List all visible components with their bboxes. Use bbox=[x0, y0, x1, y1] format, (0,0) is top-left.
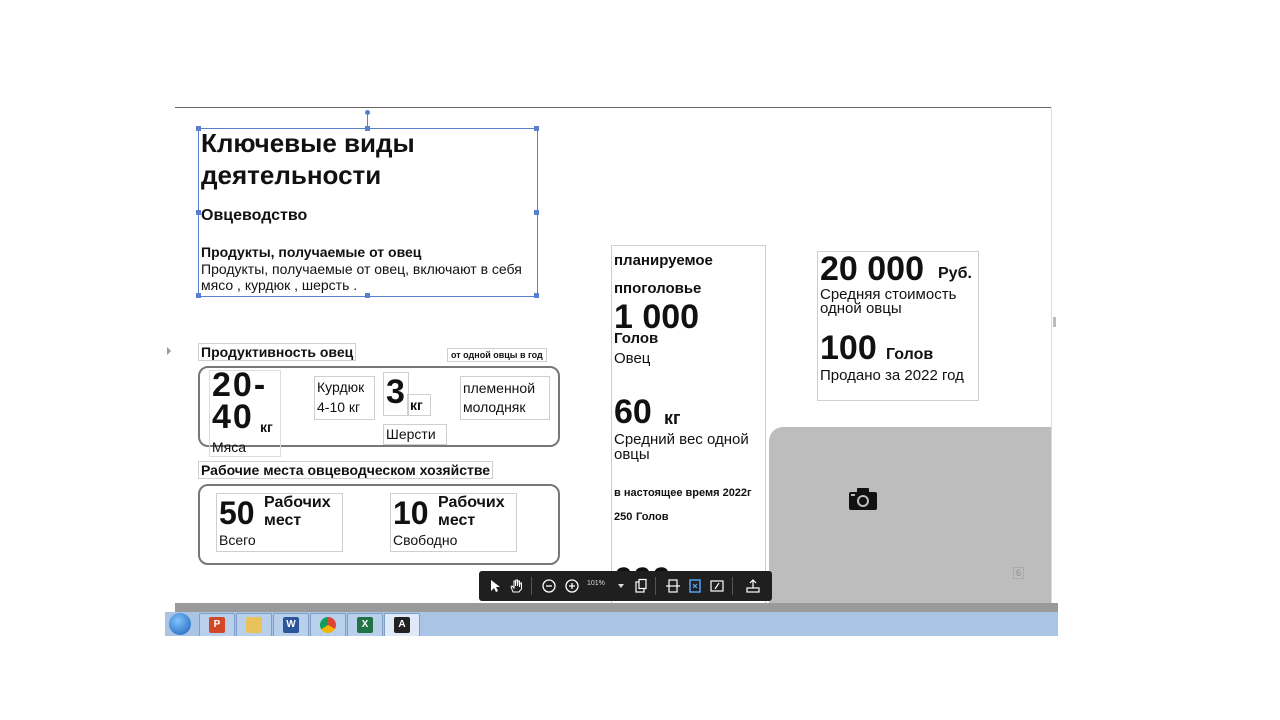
price-textbox: 20 000 Руб. Средняя стоимость одной овцы… bbox=[817, 250, 979, 401]
hand-icon[interactable] bbox=[508, 578, 524, 594]
scroll-thumb[interactable] bbox=[1053, 317, 1056, 327]
page-number: 6 bbox=[1013, 567, 1025, 579]
planned-textbox: планируемое ппоголовье 1 000 Голов Овец … bbox=[611, 245, 766, 607]
share-icon[interactable] bbox=[745, 578, 761, 594]
jobs-free-unit: Рабочих мест bbox=[438, 494, 505, 529]
planned-weight-label: Средний вес одной овцы bbox=[614, 431, 749, 463]
acrobat-icon: A bbox=[394, 617, 410, 633]
zoom-dropdown-icon[interactable] bbox=[618, 584, 624, 588]
planned-head-unit: Голов bbox=[614, 330, 659, 347]
meat-unit: кг bbox=[260, 419, 273, 435]
chrome-icon bbox=[320, 617, 336, 633]
meat-textbox: 20- 40 кг Мяса bbox=[209, 366, 281, 457]
toolbar-separator bbox=[655, 577, 656, 595]
jobs-free-value: 10 bbox=[393, 495, 429, 531]
planned-head-label: Овец bbox=[614, 350, 651, 367]
breeding-textbox: племенной молодняк bbox=[460, 376, 550, 420]
jobs-heading: Рабочие места овцеводческом хозяйстве bbox=[198, 461, 494, 479]
resize-handle[interactable] bbox=[534, 293, 539, 298]
right-scrollbar[interactable] bbox=[1051, 107, 1058, 612]
document-window: Ключевые виды деятельности Овцеводство П… bbox=[165, 107, 1058, 636]
zoom-out-icon[interactable] bbox=[541, 578, 557, 594]
taskbar-chrome[interactable] bbox=[310, 613, 346, 636]
price-unit: Руб. bbox=[938, 265, 972, 282]
fit-page-icon[interactable] bbox=[687, 578, 703, 594]
breeding-label: племенной молодняк bbox=[463, 380, 536, 415]
window-top-border bbox=[175, 107, 1058, 108]
windows-taskbar: P W X A bbox=[165, 612, 1058, 636]
wool-value: 3 bbox=[386, 373, 405, 411]
excel-icon: X bbox=[357, 617, 373, 633]
taskbar-word[interactable]: W bbox=[273, 613, 309, 636]
wool-value-box: 3 bbox=[383, 372, 409, 416]
products-text: Продукты, получаемые от овец, включают в… bbox=[201, 261, 522, 293]
toolbar-separator bbox=[732, 577, 733, 595]
taskbar-excel[interactable]: X bbox=[347, 613, 383, 636]
fullscreen-icon[interactable] bbox=[709, 578, 725, 594]
current-label: в настоящее время 2022г bbox=[614, 487, 752, 499]
start-orb-icon[interactable] bbox=[169, 613, 191, 635]
folder-icon bbox=[246, 617, 262, 633]
powerpoint-icon: P bbox=[209, 617, 225, 633]
page-title: Ключевые виды деятельности bbox=[201, 128, 415, 190]
productivity-heading: Продуктивность овец bbox=[198, 343, 357, 361]
jobs-total-unit: Рабочих мест bbox=[264, 494, 331, 529]
planned-weight-unit: кг bbox=[664, 408, 681, 428]
floating-toolbar: 101% bbox=[479, 571, 772, 601]
kurdyuk-textbox: Курдюк 4-10 кг bbox=[314, 376, 375, 420]
title-textbox-selected[interactable]: Ключевые виды деятельности Овцеводство П… bbox=[196, 110, 539, 298]
per-year-label: от одной овцы в год bbox=[447, 348, 547, 362]
resize-handle[interactable] bbox=[365, 293, 370, 298]
kurdyuk-label: Курдюк bbox=[317, 379, 365, 395]
wool-label: Шерсти bbox=[386, 426, 436, 442]
image-placeholder[interactable]: 6 bbox=[769, 427, 1052, 604]
sold-unit: Голов bbox=[886, 346, 934, 363]
planned-line2: ппоголовье bbox=[614, 280, 702, 297]
current-unit: Голов bbox=[636, 511, 669, 523]
left-panel-strip bbox=[165, 107, 175, 612]
pointer-icon[interactable] bbox=[487, 578, 503, 594]
jobs-free-label: Свободно bbox=[393, 532, 458, 548]
bottom-status-strip bbox=[175, 603, 1058, 612]
toolbar-separator bbox=[531, 577, 532, 595]
sold-value: 100 bbox=[820, 329, 877, 367]
price-value: 20 000 bbox=[820, 250, 924, 288]
page-icon[interactable] bbox=[633, 578, 649, 594]
taskbar-explorer[interactable] bbox=[236, 613, 272, 636]
expand-panel-icon[interactable] bbox=[167, 347, 171, 355]
taskbar-acrobat[interactable]: A bbox=[384, 613, 420, 636]
jobs-free-textbox: 10 Рабочих мест Свободно bbox=[390, 493, 517, 552]
word-icon: W bbox=[283, 617, 299, 633]
wool-unit-box: кг bbox=[407, 394, 431, 416]
jobs-total-label: Всего bbox=[219, 532, 256, 548]
meat-value: 20- 40 bbox=[212, 366, 268, 436]
resize-handle[interactable] bbox=[196, 293, 201, 298]
resize-handle[interactable] bbox=[534, 210, 539, 215]
resize-handle[interactable] bbox=[534, 126, 539, 131]
fit-width-icon[interactable] bbox=[665, 578, 681, 594]
section-subtitle: Овцеводство bbox=[201, 207, 308, 224]
jobs-total-value: 50 bbox=[219, 495, 255, 531]
zoom-in-icon[interactable] bbox=[564, 578, 580, 594]
meat-label: Мяса bbox=[212, 439, 247, 455]
wool-label-box: Шерсти bbox=[383, 424, 447, 445]
kurdyuk-value: 4-10 кг bbox=[317, 399, 361, 415]
planned-line1: планируемое bbox=[614, 252, 713, 269]
sold-label: Продано за 2022 год bbox=[820, 367, 964, 384]
wool-unit: кг bbox=[410, 397, 423, 413]
current-value: 250 bbox=[614, 511, 633, 523]
taskbar-powerpoint[interactable]: P bbox=[199, 613, 235, 636]
zoom-level[interactable]: 101% bbox=[587, 580, 605, 587]
price-label: Средняя стоимость одной овцы bbox=[820, 286, 957, 317]
camera-icon[interactable] bbox=[848, 487, 878, 511]
jobs-total-textbox: 50 Рабочих мест Всего bbox=[216, 493, 343, 552]
products-heading: Продукты, получаемые от овец bbox=[201, 244, 422, 260]
planned-weight-value: 60 bbox=[614, 393, 652, 431]
